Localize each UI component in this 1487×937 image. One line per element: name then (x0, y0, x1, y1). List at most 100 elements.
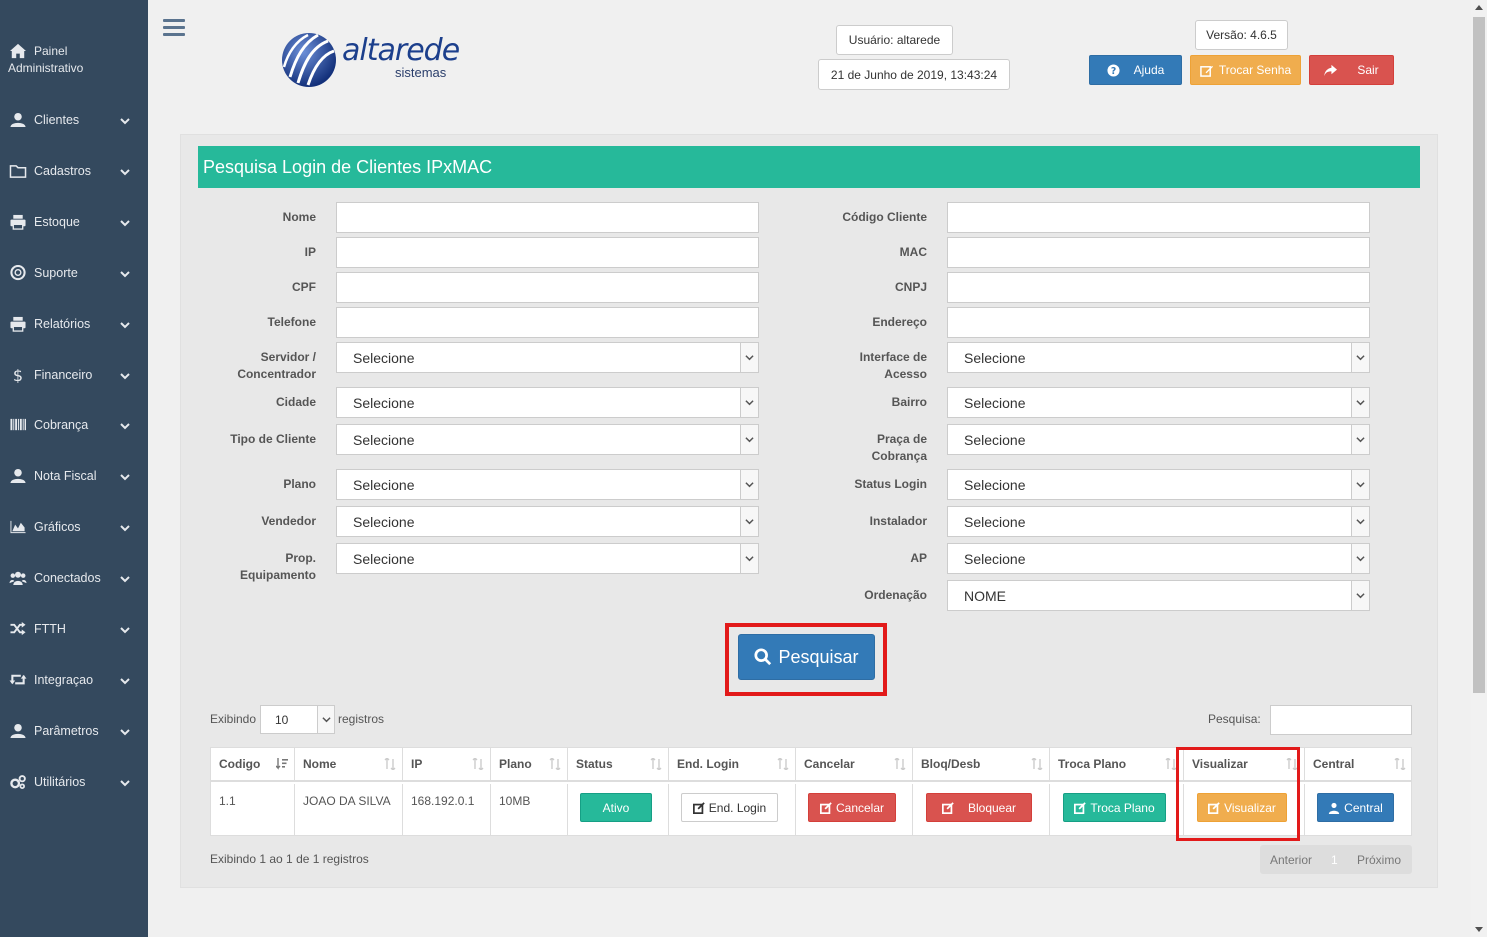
plano-select[interactable]: Selecione (336, 469, 759, 500)
servidor-select[interactable]: Selecione (336, 342, 759, 373)
prop-equipamento-select-value: Selecione (353, 550, 415, 567)
sidebar-item-parametros[interactable]: Parâmetros (0, 720, 148, 742)
sidebar-item-suporte[interactable]: Suporte (0, 262, 148, 284)
logo-text: altarede (342, 33, 460, 68)
sidebar-item-label: Parâmetros (34, 723, 99, 738)
label-cidade: Cidade (275, 395, 316, 409)
praca-cobranca-select[interactable]: Selecione (947, 424, 1370, 455)
sidebar-item-estoque[interactable]: Estoque (0, 211, 148, 233)
interface-acesso-select[interactable]: Selecione (947, 342, 1370, 373)
end-login-button[interactable]: End. Login (681, 793, 778, 822)
troca-plano-label: Troca Plano (1090, 800, 1155, 815)
column-header[interactable]: Nome (295, 748, 403, 782)
status-ativo-label: Ativo (602, 800, 630, 815)
pager-page-1[interactable]: 1 (1331, 853, 1338, 867)
column-header[interactable]: Bloq/Desb (913, 748, 1050, 782)
chevron-down-icon (120, 624, 130, 634)
scroll-down-icon[interactable] (1475, 925, 1483, 933)
user-icon (8, 467, 28, 485)
sidebar-item-nota-fiscal[interactable]: Nota Fiscal (0, 465, 148, 487)
column-header[interactable]: Status (568, 748, 669, 782)
sidebar-item-clientes[interactable]: Clientes (0, 109, 148, 131)
tipo-cliente-select[interactable]: Selecione (336, 424, 759, 455)
chevron-down-icon (745, 519, 754, 525)
bairro-select[interactable]: Selecione (947, 387, 1370, 418)
status-ativo-button[interactable]: Ativo (580, 793, 652, 822)
cidade-select[interactable]: Selecione (336, 387, 759, 418)
ordenacao-select[interactable]: NOME (947, 580, 1370, 611)
interface-acesso-select-value: Selecione (964, 349, 1026, 366)
sidebar-item-cadastros[interactable]: Cadastros (0, 160, 148, 182)
sidebar-item-label: Conectados (34, 571, 101, 586)
cell-nome: JOAO DA SILVA (295, 784, 403, 836)
help-button[interactable]: ? Ajuda (1089, 55, 1182, 85)
chevron-down-icon (745, 482, 754, 488)
scrollbar-thumb[interactable] (1473, 17, 1485, 693)
menu-toggle-icon[interactable] (163, 19, 185, 37)
sidebar-item-utilitarios[interactable]: Utilitários (0, 771, 148, 793)
pager-prev[interactable]: Anterior (1270, 853, 1312, 867)
cancelar-button[interactable]: Cancelar (808, 793, 896, 822)
codigo-cliente-input[interactable] (947, 202, 1370, 233)
page-size-select[interactable]: 10 (260, 705, 335, 734)
chevron-down-icon (1356, 355, 1365, 361)
ap-select[interactable]: Selecione (947, 543, 1370, 574)
telefone-input[interactable] (336, 307, 759, 338)
search-icon (754, 648, 772, 666)
column-header[interactable]: IP (403, 748, 491, 782)
scroll-up-icon[interactable] (1475, 4, 1483, 12)
sidebar-item-conectados[interactable]: Conectados (0, 567, 148, 589)
bloquear-button[interactable]: Bloquear (926, 793, 1032, 822)
label-cnpj: CNPJ (894, 280, 927, 294)
exit-button[interactable]: Sair (1309, 55, 1394, 85)
search-button[interactable]: Pesquisar (738, 634, 875, 680)
label-plano: Plano (283, 477, 316, 491)
troca-plano-button[interactable]: Troca Plano (1063, 793, 1166, 822)
column-header[interactable]: Plano (491, 748, 568, 782)
column-header[interactable]: Central (1305, 748, 1412, 782)
cpf-input[interactable] (336, 272, 759, 303)
lifebuoy-icon (8, 264, 28, 282)
change-password-button[interactable]: Trocar Senha (1190, 55, 1301, 85)
column-header[interactable]: Troca Plano (1050, 748, 1184, 782)
change-password-label: Trocar Senha (1218, 63, 1292, 77)
label-prop-line1: Prop. (285, 551, 316, 565)
sidebar-item-label: Estoque (34, 214, 80, 229)
central-button[interactable]: Central (1317, 793, 1394, 822)
chevron-down-icon (120, 268, 130, 278)
ip-input[interactable] (336, 237, 759, 268)
sidebar-item-cobranca[interactable]: Cobrança (0, 414, 148, 436)
sidebar-item-ftth[interactable]: FTTH (0, 618, 148, 640)
table-search-input[interactable] (1270, 705, 1412, 735)
cell-plano: 10MB (491, 784, 568, 836)
endereco-input[interactable] (947, 307, 1370, 338)
column-header[interactable]: Codigo (211, 748, 295, 782)
cnpj-input[interactable] (947, 272, 1370, 303)
chevron-down-icon (745, 355, 754, 361)
ap-select-value: Selecione (964, 550, 1026, 567)
sidebar-item-financeiro[interactable]: $ Financeiro (0, 364, 148, 386)
label-nome: Nome (282, 210, 316, 224)
column-header[interactable]: Cancelar (796, 748, 913, 782)
sidebar-item-graficos[interactable]: Gráficos (0, 516, 148, 538)
sidebar-item-integracao[interactable]: Integraçao (0, 669, 148, 691)
instalador-select[interactable]: Selecione (947, 506, 1370, 537)
status-login-select[interactable]: Selecione (947, 469, 1370, 500)
prop-equipamento-select[interactable]: Selecione (336, 543, 759, 574)
chevron-down-icon (120, 217, 130, 227)
column-header[interactable]: End. Login (669, 748, 796, 782)
mac-input[interactable] (947, 237, 1370, 268)
chevron-down-icon (321, 717, 331, 723)
vendedor-select[interactable]: Selecione (336, 506, 759, 537)
sidebar-item-label: Suporte (34, 265, 78, 280)
sidebar-item-relatorios[interactable]: Relatórios (0, 313, 148, 335)
nome-input[interactable] (336, 202, 759, 233)
cidade-select-value: Selecione (353, 394, 415, 411)
servidor-select-value: Selecione (353, 349, 415, 366)
vendedor-select-value: Selecione (353, 513, 415, 530)
sidebar-item-painel[interactable]: Painel Administrativo (0, 40, 148, 80)
sidebar-item-label: Financeiro (34, 367, 93, 382)
chevron-down-icon (1356, 482, 1365, 488)
user-icon (1329, 802, 1340, 814)
pager-next[interactable]: Próximo (1357, 853, 1401, 867)
